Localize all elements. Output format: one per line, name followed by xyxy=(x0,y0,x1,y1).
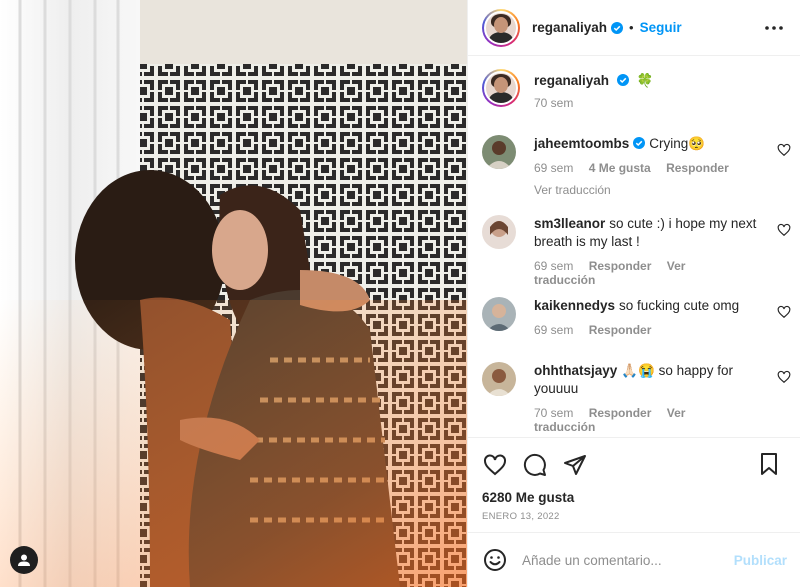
like-button[interactable] xyxy=(482,452,508,478)
comment-button[interactable] xyxy=(522,452,548,478)
comment-time: 70 sem xyxy=(534,406,574,420)
commenter-avatar[interactable] xyxy=(482,362,516,396)
comment-username[interactable]: jaheemtoombs xyxy=(534,136,629,151)
verified-badge-icon xyxy=(611,21,624,34)
post-side-panel: reganaliyah • Seguir reganaliyah 🍀 70 se xyxy=(467,0,800,587)
comment-time: 69 sem xyxy=(534,323,574,337)
separator-dot: • xyxy=(629,20,634,35)
commenter-avatar[interactable] xyxy=(482,215,516,249)
comment-text: Crying🥺 xyxy=(649,136,706,151)
user-icon xyxy=(18,554,30,566)
author-avatar[interactable] xyxy=(482,69,520,107)
share-button[interactable] xyxy=(562,452,588,478)
post-actions: 6280 Me gusta ENERO 13, 2022 xyxy=(468,437,800,532)
bookmark-icon xyxy=(761,453,777,475)
caption-text: 🍀 xyxy=(636,73,654,88)
heart-icon xyxy=(484,454,506,476)
comment-input[interactable] xyxy=(522,552,734,568)
emoji-icon xyxy=(484,549,506,571)
add-comment-bar: Publicar xyxy=(468,532,800,587)
commenter-avatar[interactable] xyxy=(482,135,516,169)
comment-icon xyxy=(523,453,546,476)
comment-like-heart-icon[interactable] xyxy=(777,370,791,384)
comment-username[interactable]: kaikennedys xyxy=(534,298,615,313)
author-avatar[interactable] xyxy=(482,8,520,47)
verified-badge-icon xyxy=(617,74,630,86)
more-options-button[interactable] xyxy=(762,17,786,39)
reply-button[interactable]: Responder xyxy=(666,161,729,175)
comment-text: so fucking cute omg xyxy=(619,298,740,313)
post-header: reganaliyah • Seguir xyxy=(468,0,800,56)
comment-username[interactable]: ohhthatsjayy xyxy=(534,363,617,378)
reply-button[interactable]: Responder xyxy=(589,323,652,337)
save-button[interactable] xyxy=(757,452,783,478)
author-username[interactable]: reganaliyah xyxy=(532,20,607,35)
more-options-icon xyxy=(765,26,783,30)
follow-button[interactable]: Seguir xyxy=(640,20,682,35)
tagged-users-button[interactable] xyxy=(10,546,38,574)
post-date: ENERO 13, 2022 xyxy=(482,511,560,522)
publish-button[interactable]: Publicar xyxy=(734,553,787,568)
see-translation-button[interactable]: Ver traducción xyxy=(534,183,761,197)
comment-like-heart-icon[interactable] xyxy=(777,305,791,319)
comment-likes-link[interactable]: 4 Me gusta xyxy=(589,161,651,175)
comment-username[interactable]: sm3lleanor xyxy=(534,216,605,231)
verified-badge-icon xyxy=(633,137,646,149)
comment-like-heart-icon[interactable] xyxy=(777,223,791,237)
post-photo[interactable] xyxy=(0,0,467,587)
comment-like-heart-icon[interactable] xyxy=(777,143,791,157)
action-icons-bar xyxy=(482,450,787,480)
comments-list[interactable]: reganaliyah 🍀 70 sem jaheemtoombs Crying🥺… xyxy=(468,57,800,438)
reply-button[interactable]: Responder xyxy=(589,259,652,273)
likes-count[interactable]: 6280 Me gusta xyxy=(482,490,787,505)
commenter-avatar[interactable] xyxy=(482,297,516,331)
share-icon xyxy=(564,455,586,475)
emoji-button[interactable] xyxy=(482,547,508,573)
caption-username[interactable]: reganaliyah xyxy=(534,73,609,88)
post-image xyxy=(0,0,467,587)
comment-time: 69 sem xyxy=(534,259,574,273)
reply-button[interactable]: Responder xyxy=(589,406,652,420)
comment-time: 69 sem xyxy=(534,161,574,175)
caption-time: 70 sem xyxy=(534,96,574,110)
